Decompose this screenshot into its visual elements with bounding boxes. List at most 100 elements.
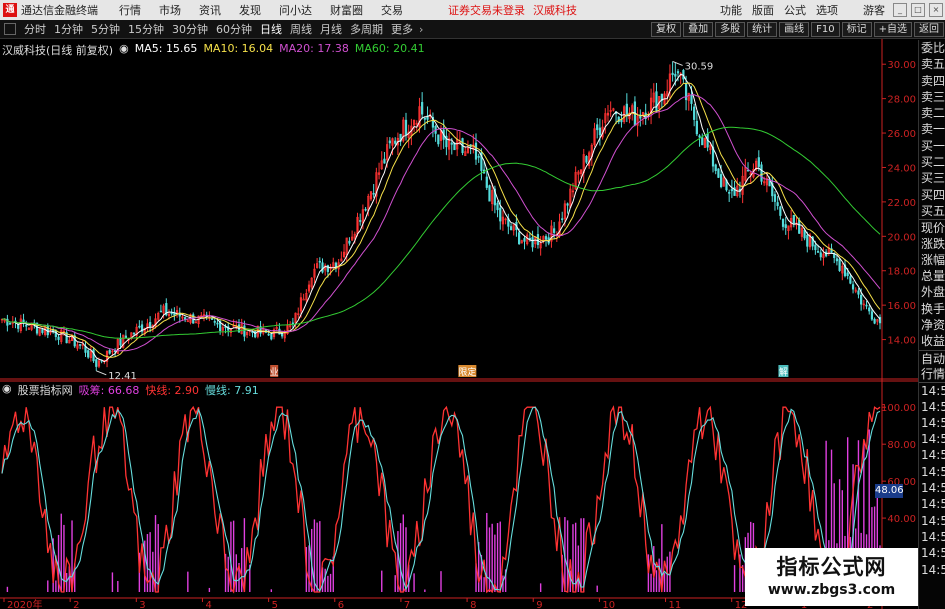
side-panel-item[interactable]: 14:50 [919,562,945,578]
title-stock-name: 汉威科技 [533,4,577,17]
chart-title: 汉威科技(日线 前复权) [2,44,114,57]
candle-body [388,140,391,144]
menu-discover[interactable]: 发现 [239,2,261,18]
side-panel-item[interactable]: 卖三 [919,89,945,105]
candle-body [714,164,717,171]
side-panel-item[interactable]: 买五 [919,203,945,219]
side-panel-item[interactable]: 14:50 [919,399,945,415]
candle-body [655,91,658,111]
restore-rights-button[interactable]: 复权 [651,21,682,37]
menu-trade[interactable]: 交易 [381,2,403,18]
side-panel-item[interactable]: 买二 [919,154,945,170]
side-panel-item[interactable]: 卖一 [919,121,945,137]
candle-body [488,185,491,202]
candle-body [291,322,294,325]
ma20-legend: MA20: 17.38 [279,42,349,55]
candle-body [348,240,351,244]
indicator-settings-icon[interactable]: ◉ [2,382,12,398]
side-panel-item[interactable]: 自动 [919,349,945,366]
side-panel-item[interactable]: 14:50 [919,464,945,480]
period-1min[interactable]: 1分钟 [54,21,83,37]
maximize-icon[interactable]: □ [911,3,925,17]
side-panel-item[interactable]: 涨跌 [919,236,945,252]
menu-ask[interactable]: 问小达 [279,2,312,18]
candle-body [803,229,806,239]
close-icon[interactable]: × [929,3,943,17]
candle-body [536,234,540,246]
quote-side-panel: 委比 卖五 卖四 卖三 卖二 卖一 买一 买二 买三 买四 买五 现价 涨跌 涨幅 总量 外盘 换手 净资 收益 自动… [918,40,945,609]
menu-quotes[interactable]: 行情 [119,2,141,18]
price-tick-label: 18.00 [887,267,916,278]
period-more[interactable]: 更多 [391,21,413,37]
menu-options[interactable]: 选项 [816,2,838,18]
side-panel-item[interactable]: 14:50 [919,447,945,463]
side-panel-item[interactable]: 委比 [919,40,945,56]
candle-body [728,192,731,194]
menu-market[interactable]: 市场 [159,2,181,18]
side-panel-item[interactable]: 收益 [919,333,945,349]
panel-toggle-icon[interactable] [4,23,16,35]
side-panel-item[interactable]: 换手 [919,301,945,317]
period-60min[interactable]: 60分钟 [216,21,252,37]
candle-body [846,272,849,277]
period-tick[interactable]: 分时 [24,21,46,37]
candle-body [318,260,321,263]
menu-wealth[interactable]: 财富圈 [330,2,363,18]
side-panel-item[interactable]: 买一 [919,138,945,154]
side-panel-item[interactable]: 买四 [919,187,945,203]
add-watchlist-button[interactable]: +自选 [873,21,912,37]
minimize-icon[interactable]: _ [893,3,907,17]
period-30min[interactable]: 30分钟 [172,21,208,37]
side-panel-item[interactable]: 14:50 [919,545,945,561]
ma-settings-icon[interactable]: ◉ [119,42,129,58]
mark-button[interactable]: 标记 [841,21,872,37]
date-tick-label: 2 [73,600,79,609]
period-monthly[interactable]: 月线 [320,21,342,37]
side-panel-item[interactable]: 行情 [919,366,945,382]
date-tick-label: 5 [272,600,278,609]
date-tick-label: 7 [404,600,410,609]
title-right: 功能 版面 公式 选项 游客 _ □ × [715,2,945,18]
side-panel-item[interactable]: 卖五 [919,56,945,72]
back-button[interactable]: 返回 [914,21,944,37]
f10-button[interactable]: F10 [811,21,840,37]
side-panel-item[interactable]: 14:50 [919,382,945,398]
login-alert[interactable]: 证券交易未登录 [448,2,525,18]
side-panel-item[interactable]: 14:50 [919,496,945,512]
draw-line-button[interactable]: 画线 [779,21,810,37]
menu-news[interactable]: 资讯 [199,2,221,18]
multi-stock-button[interactable]: 多股 [715,21,746,37]
period-5min[interactable]: 5分钟 [91,21,120,37]
statistics-button[interactable]: 统计 [747,21,778,37]
menu-layout[interactable]: 版面 [752,2,774,18]
side-panel-item[interactable]: 涨幅 [919,252,945,268]
low-pointer [96,370,107,376]
side-panel-item[interactable]: 总量 [919,268,945,284]
side-panel-item[interactable]: 14:50 [919,529,945,545]
menu-function[interactable]: 功能 [720,2,742,18]
candlestick-chart[interactable]: 30.00 28.00 26.00 24.00 22.00 20.00 18.00 16.00… [0,39,918,380]
more-arrow-icon[interactable]: › [419,23,423,36]
period-15min[interactable]: 15分钟 [128,21,164,37]
candle-body [561,218,564,220]
side-panel-item[interactable]: 买三 [919,170,945,186]
menu-formula[interactable]: 公式 [784,2,806,18]
side-panel-item[interactable]: 卖四 [919,73,945,89]
side-panel-item[interactable]: 卖二 [919,105,945,121]
period-weekly[interactable]: 周线 [290,21,312,37]
side-panel-item[interactable]: 现价 [919,219,945,235]
overlay-button[interactable]: 叠加 [683,21,714,37]
side-panel-item[interactable]: 14:50 [919,513,945,529]
side-panel-item[interactable]: 14:50 [919,480,945,496]
date-tick-label: 3 [139,600,145,609]
candle-body [372,192,375,195]
candle-body [474,142,478,160]
side-panel-item[interactable]: 净资 [919,317,945,333]
period-daily[interactable]: 日线 [260,21,282,37]
guest-user[interactable]: 游客 [863,2,885,18]
period-multi[interactable]: 多周期 [350,21,383,37]
candle-body [267,333,270,336]
side-panel-item[interactable]: 外盘 [919,284,945,300]
side-panel-item[interactable]: 14:50 [919,431,945,447]
side-panel-item[interactable]: 14:50 [919,415,945,431]
